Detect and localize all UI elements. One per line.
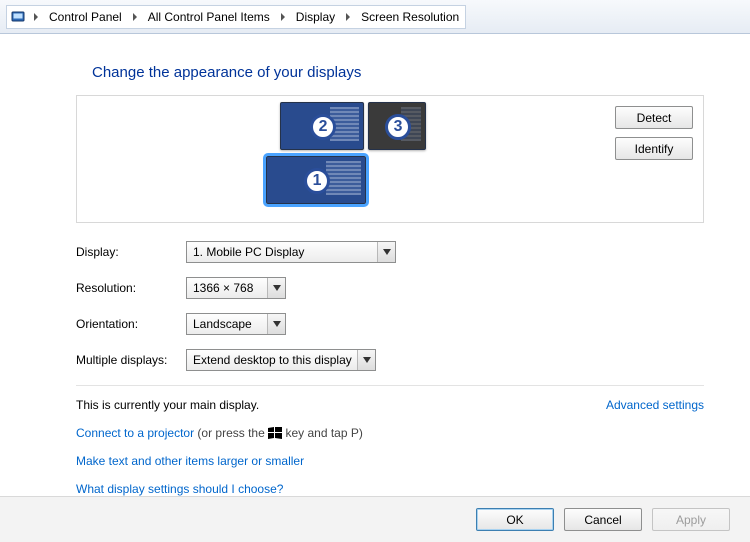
- chevron-down-icon: [267, 278, 285, 298]
- monitor-stage[interactable]: 231: [280, 96, 500, 222]
- display-label: Display:: [76, 245, 186, 259]
- page-title: Change the appearance of your displays: [92, 64, 704, 81]
- detect-button[interactable]: Detect: [615, 106, 693, 129]
- content-area: Change the appearance of your displays 2…: [0, 34, 750, 496]
- resolution-select-value: 1366 × 768: [193, 281, 253, 295]
- resolution-label: Resolution:: [76, 281, 186, 295]
- arrangement-buttons: Detect Identify: [615, 106, 693, 160]
- apply-button[interactable]: Apply: [652, 508, 730, 531]
- advanced-settings-link[interactable]: Advanced settings: [606, 398, 704, 412]
- multiple-displays-select[interactable]: Extend desktop to this display: [186, 349, 376, 371]
- breadcrumb-segment[interactable]: All Control Panel Items: [142, 6, 276, 28]
- dialog-footer: OK Cancel Apply: [0, 496, 750, 542]
- breadcrumb[interactable]: Control Panel All Control Panel Items Di…: [6, 5, 466, 29]
- address-bar: Control Panel All Control Panel Items Di…: [0, 0, 750, 34]
- help-link[interactable]: What display settings should I choose?: [76, 482, 283, 496]
- projector-hint-1: (or press the: [197, 426, 268, 440]
- chevron-down-icon: [377, 242, 395, 262]
- breadcrumb-segment[interactable]: Screen Resolution: [355, 6, 465, 28]
- chevron-right-icon[interactable]: [276, 6, 290, 28]
- text-size-link[interactable]: Make text and other items larger or smal…: [76, 454, 304, 468]
- connect-projector-link[interactable]: Connect to a projector: [76, 426, 194, 440]
- identify-button[interactable]: Identify: [615, 137, 693, 160]
- chevron-down-icon: [267, 314, 285, 334]
- display-select[interactable]: 1. Mobile PC Display: [186, 241, 396, 263]
- breadcrumb-segment[interactable]: Control Panel: [43, 6, 128, 28]
- windows-key-icon: [268, 427, 282, 439]
- breadcrumb-segment[interactable]: Display: [290, 6, 341, 28]
- chevron-down-icon: [357, 350, 375, 370]
- ok-button[interactable]: OK: [476, 508, 554, 531]
- chevron-right-icon[interactable]: [341, 6, 355, 28]
- projector-hint-2: key and tap P): [285, 426, 362, 440]
- control-panel-icon: [7, 6, 29, 28]
- monitor-2[interactable]: 2: [280, 102, 364, 150]
- monitor-3[interactable]: 3: [368, 102, 426, 150]
- multiple-displays-select-value: Extend desktop to this display: [193, 353, 352, 367]
- monitor-1[interactable]: 1: [266, 156, 366, 204]
- display-select-value: 1. Mobile PC Display: [193, 245, 304, 259]
- main-display-text: This is currently your main display.: [76, 398, 259, 412]
- orientation-label: Orientation:: [76, 317, 186, 331]
- orientation-select[interactable]: Landscape: [186, 313, 286, 335]
- orientation-select-value: Landscape: [193, 317, 252, 331]
- chevron-right-icon[interactable]: [29, 6, 43, 28]
- multiple-displays-label: Multiple displays:: [76, 353, 186, 367]
- resolution-select[interactable]: 1366 × 768: [186, 277, 286, 299]
- display-arrangement-box[interactable]: 231 Detect Identify: [76, 95, 704, 223]
- chevron-right-icon[interactable]: [128, 6, 142, 28]
- cancel-button[interactable]: Cancel: [564, 508, 642, 531]
